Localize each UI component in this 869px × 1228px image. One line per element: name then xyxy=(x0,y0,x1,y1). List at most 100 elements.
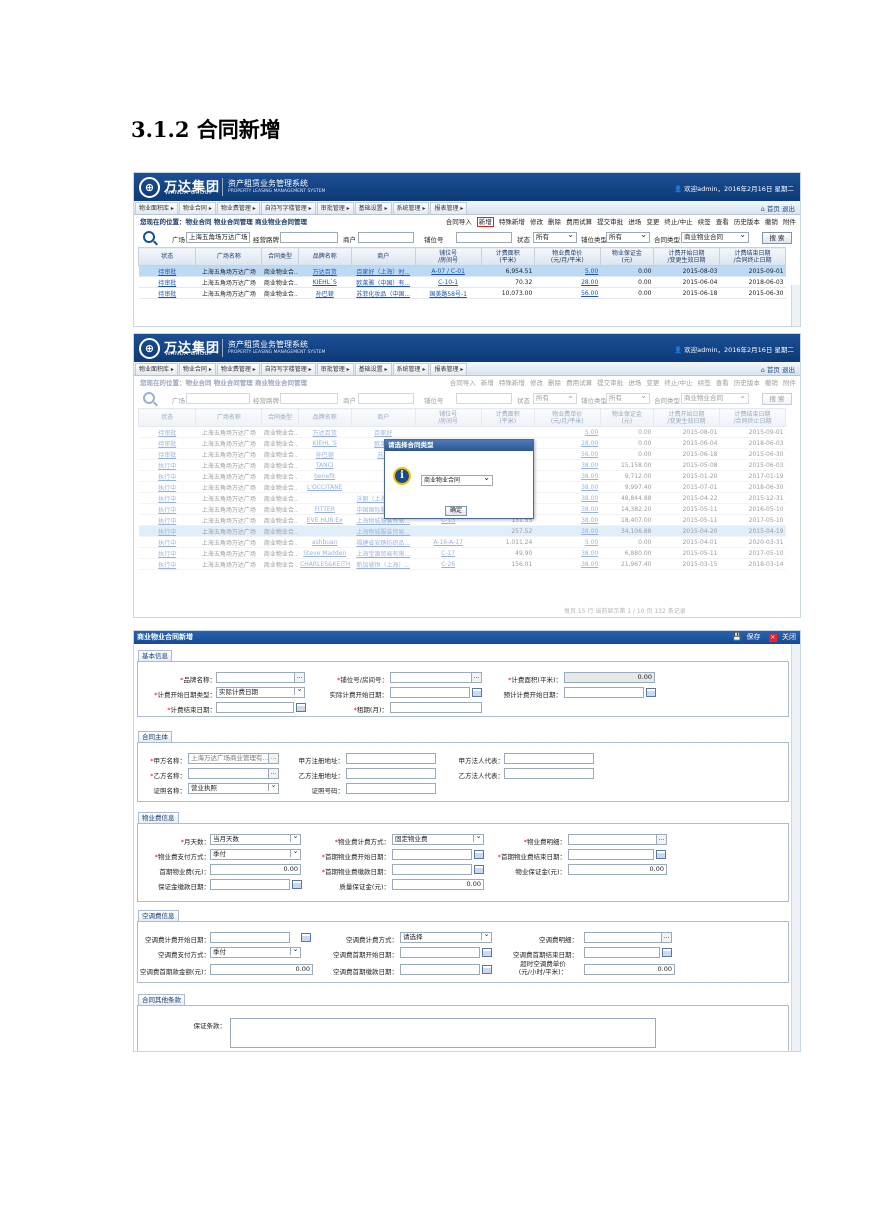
table-cell[interactable]: 执行中 xyxy=(138,514,196,526)
menu-item[interactable]: 报表管理 ▸ xyxy=(430,202,468,214)
calendar-icon[interactable] xyxy=(474,850,484,859)
table-cell[interactable] xyxy=(298,492,352,504)
view-button[interactable]: 查看 xyxy=(716,218,729,226)
plaza-input[interactable]: 上海五角场万达广场 xyxy=(186,232,250,243)
month-days-select[interactable]: 当月天数 xyxy=(210,834,301,845)
menu-item[interactable]: 系统管理 ▸ xyxy=(392,363,430,375)
ac-start-input[interactable] xyxy=(210,932,290,943)
table-cell[interactable]: A-16-A-17 xyxy=(415,536,482,548)
table-cell[interactable]: C-10-1 xyxy=(415,276,482,288)
calendar-icon[interactable] xyxy=(482,965,492,974)
column-header[interactable]: 物业费单价 (元/月/平米) xyxy=(533,247,601,266)
table-row[interactable]: 执行中 上海五角场万达广场 商业物业合... CHARLES&KEITH 新加坡恒（上海… xyxy=(138,558,786,570)
table-row[interactable]: 执行中 上海五角场万达广场 商业物业合... 上海物城服装贸易... 257.52 38.… xyxy=(138,525,786,537)
close-label[interactable]: 关闭 xyxy=(782,633,796,641)
home-logout-links[interactable]: ⌂ 首页 退出 xyxy=(761,203,795,213)
table-cell[interactable]: A-07 / C-01 xyxy=(415,265,482,277)
ok-button[interactable]: 确定 xyxy=(445,506,467,516)
table-cell[interactable]: 待审批 xyxy=(138,437,196,449)
table-cell[interactable]: 5.00 xyxy=(534,265,601,277)
table-cell[interactable]: EVE HUB Ex xyxy=(298,514,352,526)
table-scrollbar[interactable] xyxy=(791,285,800,326)
delete-button[interactable]: 删除 xyxy=(548,218,561,226)
menu-item[interactable]: 报表管理 ▸ xyxy=(430,363,468,375)
table-cell[interactable]: FITTER xyxy=(298,503,352,515)
save-label[interactable]: 保存 xyxy=(747,633,761,641)
renew-button[interactable]: 续签 xyxy=(698,218,711,226)
table-cell[interactable]: ashbuan xyxy=(298,536,352,548)
column-header[interactable]: 广场名称 xyxy=(195,247,263,266)
column-header[interactable]: 合同类型 xyxy=(261,247,299,266)
calendar-icon[interactable] xyxy=(474,865,484,874)
table-cell[interactable]: 百家好（上海）时... xyxy=(351,265,416,277)
table-cell[interactable]: 待审批 xyxy=(138,276,196,288)
terminate-button[interactable]: 终止/中止 xyxy=(664,218,692,226)
calendar-icon[interactable] xyxy=(646,688,656,697)
table-cell[interactable]: 福建省安踏纺织品... xyxy=(351,536,416,548)
table-cell[interactable]: 5.00 xyxy=(534,536,601,548)
table-cell[interactable]: 38.00 xyxy=(534,470,601,482)
deposit-input[interactable]: 0.00 xyxy=(568,864,667,875)
table-cell[interactable]: 孙巴顿 xyxy=(298,287,352,299)
cert-type-select[interactable]: 营业执照 xyxy=(188,783,279,794)
table-cell[interactable]: 上海宝源贸易有限... xyxy=(351,547,416,559)
table-row[interactable]: 待审批 上海五角场万达广场 商业物业合... KIEHL`S 欧莱雅（中国）有... C-… xyxy=(138,276,786,288)
menu-item[interactable]: 自持写字楼管理 ▸ xyxy=(260,202,316,214)
menu-item[interactable]: 物业面积库 ▸ xyxy=(135,202,178,214)
save-button[interactable]: 💾 保存 xyxy=(733,633,761,641)
column-header[interactable]: 铺位号/房间号 xyxy=(414,247,482,266)
enter-button[interactable]: 进场 xyxy=(628,218,641,226)
ac-first-fee-input[interactable]: 0.00 xyxy=(210,964,313,975)
calendar-icon[interactable] xyxy=(472,688,482,697)
table-cell[interactable]: 国美路58号-1 xyxy=(415,287,482,299)
table-cell[interactable]: 孙巴顿 xyxy=(298,448,352,460)
fee-method-select[interactable]: 固定物业费 xyxy=(392,834,484,845)
table-row[interactable]: 待审批 上海五角场万达广场 商业物业合... 万达百货 百家好 5.00 0.00 2015-… xyxy=(138,426,786,438)
column-header[interactable]: 商户 xyxy=(350,247,416,266)
table-cell[interactable]: 欧莱雅（中国）有... xyxy=(351,276,416,288)
table-cell[interactable]: 38.00 xyxy=(534,558,601,570)
table-cell[interactable]: CHARLES&KEITH xyxy=(298,558,352,570)
home-logout-links[interactable]: ⌂ 首页 退出 xyxy=(761,364,795,374)
deposit-terms-textarea[interactable] xyxy=(230,1018,656,1048)
menu-item[interactable]: 物业费管理 ▸ xyxy=(216,363,260,375)
table-cell[interactable]: 38.00 xyxy=(534,492,601,504)
berth-type-select[interactable]: 所有 xyxy=(606,232,650,243)
start-type-select[interactable]: 实际计费日期 xyxy=(216,687,305,698)
history-button[interactable]: 历史版本 xyxy=(734,218,760,226)
menu-item[interactable]: 基础设置 ▸ xyxy=(354,202,392,214)
calendar-icon[interactable] xyxy=(292,880,302,889)
table-row[interactable]: 执行中 上海五角场万达广场 商业物业合... Steve Madden 上海宝源贸易有限… xyxy=(138,547,786,559)
column-header[interactable]: 计费面积 (平米) xyxy=(480,247,535,266)
table-cell[interactable]: 执行中 xyxy=(138,492,196,504)
form-scrollbar[interactable] xyxy=(791,644,800,1051)
tenant-input[interactable] xyxy=(358,232,414,243)
column-header[interactable]: 计费开始日期/变更生效日期 xyxy=(652,247,720,266)
ac-method-select[interactable]: 请选择 xyxy=(400,932,492,943)
table-cell[interactable]: 执行中 xyxy=(138,503,196,515)
table-cell[interactable]: 28.00 xyxy=(534,437,601,449)
table-cell[interactable]: 万达百货 xyxy=(298,426,352,438)
actual-start-input[interactable] xyxy=(390,687,470,698)
calendar-icon[interactable] xyxy=(482,948,492,957)
menu-item[interactable]: 系统管理 ▸ xyxy=(392,202,430,214)
add-button[interactable]: 新增 xyxy=(476,217,494,227)
table-cell[interactable]: 待审批 xyxy=(138,448,196,460)
table-cell[interactable]: 执行中 xyxy=(138,470,196,482)
ac-detail-input[interactable] xyxy=(584,932,672,943)
table-cell[interactable]: 38.00 xyxy=(534,459,601,471)
table-cell[interactable]: 执行中 xyxy=(138,558,196,570)
table-cell[interactable]: 38.00 xyxy=(534,514,601,526)
table-cell[interactable] xyxy=(415,426,482,438)
table-cell[interactable] xyxy=(298,525,352,537)
mgmt-input[interactable] xyxy=(280,232,338,243)
table-cell[interactable]: C-26 xyxy=(415,558,482,570)
table-cell[interactable]: 待审批 xyxy=(138,287,196,299)
first-pay-date-input[interactable] xyxy=(392,864,472,875)
table-cell[interactable]: 56.00 xyxy=(534,287,601,299)
table-cell[interactable]: 百家好 xyxy=(351,426,416,438)
table-cell[interactable]: 执行中 xyxy=(138,481,196,493)
close-button[interactable]: × 关闭 xyxy=(766,633,796,642)
calendar-icon[interactable] xyxy=(662,948,672,957)
trial-button[interactable]: 费用试算 xyxy=(566,218,592,226)
